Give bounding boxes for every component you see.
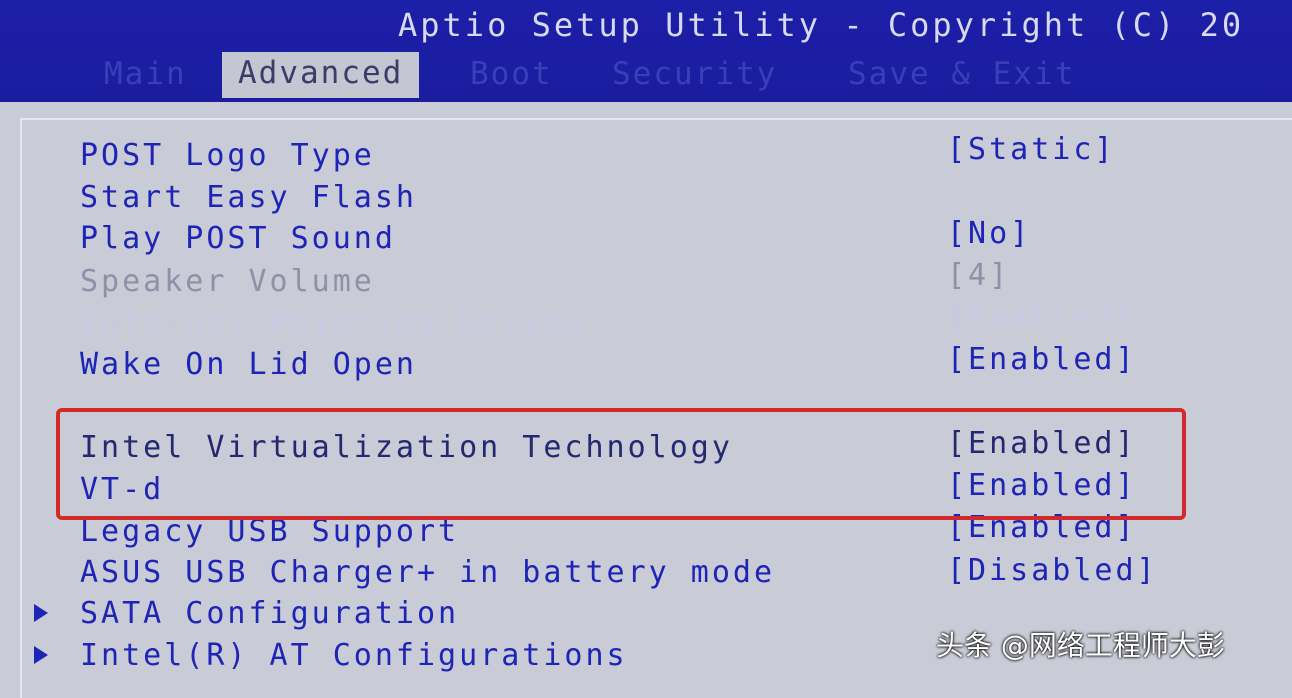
value-internal-pointing-device[interactable]: [Enabled] bbox=[947, 300, 1137, 335]
setting-asus-usb-charger[interactable]: ASUS USB Charger+ in battery mode bbox=[80, 555, 775, 590]
value-speaker-volume: [4] bbox=[947, 258, 1011, 293]
value-post-logo-type[interactable]: [Static] bbox=[947, 132, 1116, 167]
value-asus-usb-charger[interactable]: [Disabled] bbox=[947, 553, 1158, 588]
tab-save-exit[interactable]: Save & Exit bbox=[848, 54, 1075, 94]
bios-header-bar: Aptio Setup Utility - Copyright (C) 20 M… bbox=[0, 0, 1292, 102]
submenu-arrow-icon bbox=[34, 646, 48, 664]
setting-post-logo-type[interactable]: POST Logo Type bbox=[80, 138, 375, 173]
setting-wake-on-lid-open[interactable]: Wake On Lid Open bbox=[80, 347, 417, 382]
tab-advanced[interactable]: Advanced bbox=[222, 52, 420, 98]
value-play-post-sound[interactable]: [No] bbox=[947, 216, 1031, 251]
setting-internal-pointing-device[interactable]: Internal Pointing Device bbox=[80, 306, 585, 341]
setting-speaker-volume: Speaker Volume bbox=[80, 264, 375, 299]
setting-start-easy-flash[interactable]: Start Easy Flash bbox=[80, 180, 417, 215]
submenu-sata-configuration[interactable]: SATA Configuration bbox=[80, 596, 459, 631]
highlight-annotation-box bbox=[56, 408, 1186, 520]
watermark-text: 头条 @网络工程师大彭 bbox=[936, 629, 1225, 662]
submenu-arrow-icon bbox=[34, 604, 48, 622]
utility-title: Aptio Setup Utility - Copyright (C) 20 bbox=[398, 6, 1245, 44]
value-wake-on-lid-open[interactable]: [Enabled] bbox=[947, 342, 1137, 377]
tab-security[interactable]: Security bbox=[612, 54, 777, 94]
tab-boot[interactable]: Boot bbox=[470, 54, 553, 94]
tab-main[interactable]: Main bbox=[104, 54, 187, 94]
setting-play-post-sound[interactable]: Play POST Sound bbox=[80, 221, 396, 256]
submenu-intel-at-configurations[interactable]: Intel(R) AT Configurations bbox=[80, 638, 628, 673]
